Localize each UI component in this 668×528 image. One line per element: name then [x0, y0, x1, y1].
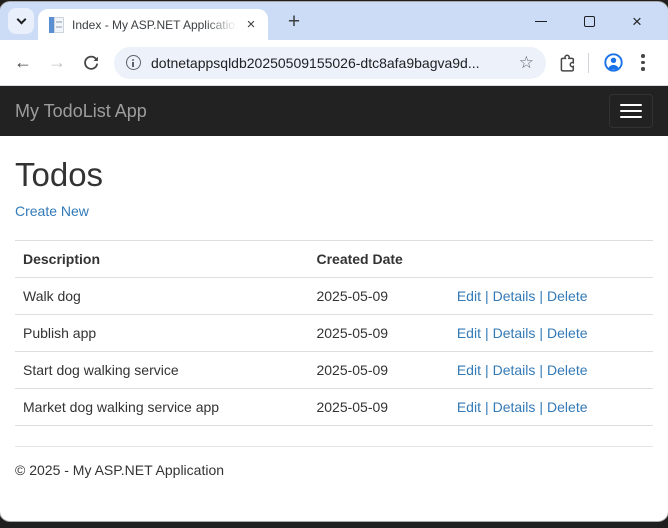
page-favicon-icon	[49, 17, 64, 33]
window-controls: ×	[526, 8, 660, 40]
close-icon: ×	[632, 13, 642, 30]
action-separator: |	[539, 288, 543, 304]
site-info-icon[interactable]	[126, 55, 141, 70]
app-navbar: My TodoList App	[0, 86, 668, 136]
close-icon: ×	[247, 17, 256, 32]
edit-link[interactable]: Edit	[457, 399, 481, 415]
back-arrow-icon: ←	[14, 52, 32, 73]
actions-cell: Edit|Details|Delete	[449, 352, 653, 389]
delete-link[interactable]: Delete	[547, 399, 587, 415]
details-link[interactable]: Details	[493, 325, 536, 341]
delete-link[interactable]: Delete	[547, 288, 587, 304]
reload-icon	[83, 55, 99, 71]
created-date-cell: 2025-05-09	[308, 278, 448, 315]
hamburger-icon	[620, 116, 642, 118]
navbar-toggle-button[interactable]	[609, 94, 653, 128]
toolbar-separator	[588, 53, 589, 73]
hamburger-icon	[620, 104, 642, 106]
todo-table: Description Created Date Walk dog 2025-0…	[15, 240, 653, 426]
table-row: Market dog walking service app 2025-05-0…	[15, 389, 653, 426]
created-date-cell: 2025-05-09	[308, 352, 448, 389]
column-header-created-date: Created Date	[308, 241, 448, 278]
profile-button[interactable]	[598, 48, 628, 78]
action-separator: |	[485, 288, 489, 304]
details-link[interactable]: Details	[493, 362, 536, 378]
actions-cell: Edit|Details|Delete	[449, 389, 653, 426]
created-date-cell: 2025-05-09	[308, 315, 448, 352]
table-row: Publish app 2025-05-09 Edit|Details|Dele…	[15, 315, 653, 352]
page-title: Todos	[15, 157, 653, 193]
puzzle-icon	[558, 53, 577, 72]
tab-close-button[interactable]: ×	[242, 16, 260, 34]
actions-cell: Edit|Details|Delete	[449, 315, 653, 352]
chevron-down-icon	[16, 14, 26, 24]
tab-title: Index - My ASP.NET Application	[72, 18, 242, 32]
table-row: Walk dog 2025-05-09 Edit|Details|Delete	[15, 278, 653, 315]
navbar-brand-link[interactable]: My TodoList App	[15, 101, 147, 122]
todo-description-cell: Market dog walking service app	[15, 389, 308, 426]
url-text[interactable]: dotnetappsqldb20250509155026-dtc8afa9bag…	[151, 55, 509, 71]
action-separator: |	[485, 325, 489, 341]
action-separator: |	[539, 399, 543, 415]
column-header-description: Description	[15, 241, 308, 278]
minimize-button[interactable]	[526, 8, 556, 34]
edit-link[interactable]: Edit	[457, 362, 481, 378]
table-row: Start dog walking service 2025-05-09 Edi…	[15, 352, 653, 389]
details-link[interactable]: Details	[493, 399, 536, 415]
bookmark-star-icon[interactable]: ☆	[519, 54, 534, 71]
hamburger-icon	[620, 110, 642, 112]
column-header-actions	[449, 241, 653, 278]
back-button[interactable]: ←	[6, 46, 40, 80]
actions-cell: Edit|Details|Delete	[449, 278, 653, 315]
action-separator: |	[539, 325, 543, 341]
browser-menu-button[interactable]	[628, 48, 658, 78]
close-window-button[interactable]: ×	[622, 8, 652, 34]
action-separator: |	[485, 399, 489, 415]
delete-link[interactable]: Delete	[547, 362, 587, 378]
created-date-cell: 2025-05-09	[308, 389, 448, 426]
page-content: Todos Create New Description Created Dat…	[0, 157, 668, 493]
delete-link[interactable]: Delete	[547, 325, 587, 341]
browser-tab[interactable]: Index - My ASP.NET Application ×	[38, 9, 268, 40]
maximize-icon	[584, 16, 595, 27]
browser-titlebar: Index - My ASP.NET Application × + ×	[0, 2, 668, 40]
todo-description-cell: Walk dog	[15, 278, 308, 315]
address-bar[interactable]: dotnetappsqldb20250509155026-dtc8afa9bag…	[114, 47, 546, 79]
todo-description-cell: Start dog walking service	[15, 352, 308, 389]
details-link[interactable]: Details	[493, 288, 536, 304]
create-new-link[interactable]: Create New	[15, 203, 89, 219]
browser-toolbar: ← → dotnetappsqldb20250509155026-dtc8afa…	[0, 40, 668, 86]
edit-link[interactable]: Edit	[457, 325, 481, 341]
maximize-button[interactable]	[574, 8, 604, 34]
footer-text: © 2025 - My ASP.NET Application	[15, 447, 653, 493]
tab-search-button[interactable]	[8, 8, 34, 34]
new-tab-button[interactable]: +	[280, 8, 308, 36]
reload-button[interactable]	[74, 46, 108, 80]
forward-button[interactable]: →	[40, 46, 74, 80]
edit-link[interactable]: Edit	[457, 288, 481, 304]
browser-window: Index - My ASP.NET Application × + × ←	[0, 2, 668, 521]
action-separator: |	[539, 362, 543, 378]
table-header-row: Description Created Date	[15, 241, 653, 278]
forward-arrow-icon: →	[48, 52, 66, 73]
todo-description-cell: Publish app	[15, 315, 308, 352]
plus-icon: +	[288, 10, 300, 34]
extensions-button[interactable]	[552, 48, 582, 78]
kebab-menu-icon	[641, 54, 645, 71]
minimize-icon	[535, 21, 547, 22]
profile-avatar-icon	[603, 52, 624, 73]
action-separator: |	[485, 362, 489, 378]
